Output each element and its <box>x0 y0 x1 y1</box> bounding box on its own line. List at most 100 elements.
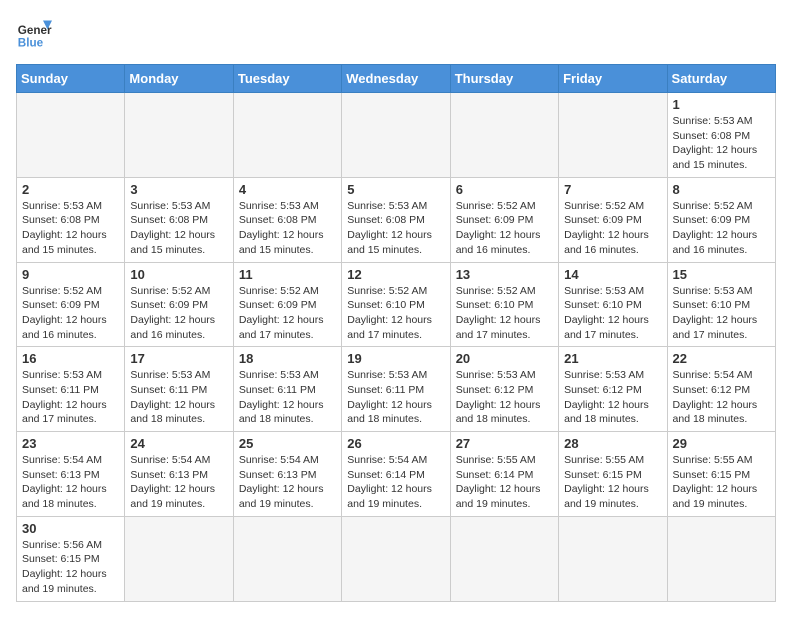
calendar-cell: 8 Sunrise: 5:52 AM Sunset: 6:09 PM Daylig… <box>667 177 775 262</box>
day-info: Sunrise: 5:53 AM Sunset: 6:12 PM Dayligh… <box>456 368 553 427</box>
day-number: 8 <box>673 182 770 197</box>
day-info: Sunrise: 5:53 AM Sunset: 6:11 PM Dayligh… <box>347 368 444 427</box>
calendar-cell: 16 Sunrise: 5:53 AM Sunset: 6:11 PM Dayli… <box>17 347 125 432</box>
calendar-cell <box>233 93 341 178</box>
weekday-header-wednesday: Wednesday <box>342 65 450 93</box>
calendar-cell <box>342 93 450 178</box>
weekday-header-monday: Monday <box>125 65 233 93</box>
week-row-4: 23 Sunrise: 5:54 AM Sunset: 6:13 PM Dayli… <box>17 432 776 517</box>
weekday-header-tuesday: Tuesday <box>233 65 341 93</box>
weekday-header-friday: Friday <box>559 65 667 93</box>
week-row-1: 2 Sunrise: 5:53 AM Sunset: 6:08 PM Daylig… <box>17 177 776 262</box>
calendar-cell: 25 Sunrise: 5:54 AM Sunset: 6:13 PM Dayli… <box>233 432 341 517</box>
calendar-cell: 24 Sunrise: 5:54 AM Sunset: 6:13 PM Dayli… <box>125 432 233 517</box>
calendar-cell <box>342 516 450 601</box>
day-info: Sunrise: 5:53 AM Sunset: 6:08 PM Dayligh… <box>347 199 444 258</box>
day-info: Sunrise: 5:53 AM Sunset: 6:08 PM Dayligh… <box>239 199 336 258</box>
day-info: Sunrise: 5:52 AM Sunset: 6:10 PM Dayligh… <box>347 284 444 343</box>
day-number: 30 <box>22 521 119 536</box>
svg-text:Blue: Blue <box>18 37 44 50</box>
day-number: 6 <box>456 182 553 197</box>
calendar-cell: 10 Sunrise: 5:52 AM Sunset: 6:09 PM Dayli… <box>125 262 233 347</box>
calendar-cell: 29Sunrise: 5:55 AM Sunset: 6:15 PM Dayli… <box>667 432 775 517</box>
day-number: 23 <box>22 436 119 451</box>
day-info: Sunrise: 5:55 AM Sunset: 6:14 PM Dayligh… <box>456 453 553 512</box>
day-info: Sunrise: 5:52 AM Sunset: 6:09 PM Dayligh… <box>130 284 227 343</box>
page-header: General Blue <box>16 16 776 52</box>
day-number: 20 <box>456 351 553 366</box>
calendar-cell: 3 Sunrise: 5:53 AM Sunset: 6:08 PM Daylig… <box>125 177 233 262</box>
day-info: Sunrise: 5:52 AM Sunset: 6:09 PM Dayligh… <box>673 199 770 258</box>
day-number: 5 <box>347 182 444 197</box>
week-row-5: 30 Sunrise: 5:56 AM Sunset: 6:15 PM Dayli… <box>17 516 776 601</box>
day-number: 25 <box>239 436 336 451</box>
day-number: 27 <box>456 436 553 451</box>
calendar-cell <box>125 93 233 178</box>
day-info: Sunrise: 5:53 AM Sunset: 6:08 PM Dayligh… <box>130 199 227 258</box>
day-number: 26 <box>347 436 444 451</box>
calendar-cell: 20 Sunrise: 5:53 AM Sunset: 6:12 PM Dayli… <box>450 347 558 432</box>
day-number: 3 <box>130 182 227 197</box>
calendar-cell: 26Sunrise: 5:54 AM Sunset: 6:14 PM Dayli… <box>342 432 450 517</box>
day-number: 12 <box>347 267 444 282</box>
day-info: Sunrise: 5:54 AM Sunset: 6:13 PM Dayligh… <box>22 453 119 512</box>
calendar-cell: 22 Sunrise: 5:54 AM Sunset: 6:12 PM Dayli… <box>667 347 775 432</box>
calendar-cell <box>559 93 667 178</box>
day-info: Sunrise: 5:53 AM Sunset: 6:08 PM Dayligh… <box>673 114 770 173</box>
day-info: Sunrise: 5:53 AM Sunset: 6:11 PM Dayligh… <box>22 368 119 427</box>
day-number: 1 <box>673 97 770 112</box>
calendar-table: SundayMondayTuesdayWednesdayThursdayFrid… <box>16 64 776 602</box>
day-info: Sunrise: 5:52 AM Sunset: 6:09 PM Dayligh… <box>564 199 661 258</box>
day-number: 21 <box>564 351 661 366</box>
day-number: 28 <box>564 436 661 451</box>
day-number: 10 <box>130 267 227 282</box>
calendar-cell: 18Sunrise: 5:53 AM Sunset: 6:11 PM Dayli… <box>233 347 341 432</box>
calendar-cell: 14Sunrise: 5:53 AM Sunset: 6:10 PM Dayli… <box>559 262 667 347</box>
calendar-cell: 21 Sunrise: 5:53 AM Sunset: 6:12 PM Dayli… <box>559 347 667 432</box>
day-number: 24 <box>130 436 227 451</box>
day-info: Sunrise: 5:53 AM Sunset: 6:11 PM Dayligh… <box>130 368 227 427</box>
day-number: 22 <box>673 351 770 366</box>
calendar-cell: 9Sunrise: 5:52 AM Sunset: 6:09 PM Daylig… <box>17 262 125 347</box>
day-info: Sunrise: 5:52 AM Sunset: 6:09 PM Dayligh… <box>456 199 553 258</box>
day-info: Sunrise: 5:54 AM Sunset: 6:13 PM Dayligh… <box>239 453 336 512</box>
weekday-header-row: SundayMondayTuesdayWednesdayThursdayFrid… <box>17 65 776 93</box>
day-info: Sunrise: 5:54 AM Sunset: 6:13 PM Dayligh… <box>130 453 227 512</box>
day-number: 2 <box>22 182 119 197</box>
calendar-cell: 5 Sunrise: 5:53 AM Sunset: 6:08 PM Daylig… <box>342 177 450 262</box>
calendar-cell: 6 Sunrise: 5:52 AM Sunset: 6:09 PM Daylig… <box>450 177 558 262</box>
calendar-cell: 17 Sunrise: 5:53 AM Sunset: 6:11 PM Dayli… <box>125 347 233 432</box>
calendar-cell: 15Sunrise: 5:53 AM Sunset: 6:10 PM Dayli… <box>667 262 775 347</box>
day-number: 11 <box>239 267 336 282</box>
calendar-cell <box>233 516 341 601</box>
calendar-cell <box>125 516 233 601</box>
calendar-cell: 23 Sunrise: 5:54 AM Sunset: 6:13 PM Dayli… <box>17 432 125 517</box>
calendar-cell: 11Sunrise: 5:52 AM Sunset: 6:09 PM Dayli… <box>233 262 341 347</box>
day-info: Sunrise: 5:53 AM Sunset: 6:08 PM Dayligh… <box>22 199 119 258</box>
calendar-cell <box>450 516 558 601</box>
day-number: 17 <box>130 351 227 366</box>
calendar-cell: 13Sunrise: 5:52 AM Sunset: 6:10 PM Dayli… <box>450 262 558 347</box>
calendar-cell: 4 Sunrise: 5:53 AM Sunset: 6:08 PM Daylig… <box>233 177 341 262</box>
calendar-cell: 1 Sunrise: 5:53 AM Sunset: 6:08 PM Daylig… <box>667 93 775 178</box>
day-info: Sunrise: 5:56 AM Sunset: 6:15 PM Dayligh… <box>22 538 119 597</box>
day-info: Sunrise: 5:52 AM Sunset: 6:09 PM Dayligh… <box>22 284 119 343</box>
day-info: Sunrise: 5:52 AM Sunset: 6:10 PM Dayligh… <box>456 284 553 343</box>
day-number: 19 <box>347 351 444 366</box>
weekday-header-saturday: Saturday <box>667 65 775 93</box>
calendar-cell <box>450 93 558 178</box>
day-info: Sunrise: 5:53 AM Sunset: 6:12 PM Dayligh… <box>564 368 661 427</box>
day-number: 4 <box>239 182 336 197</box>
calendar-cell <box>559 516 667 601</box>
weekday-header-thursday: Thursday <box>450 65 558 93</box>
logo: General Blue <box>16 16 52 52</box>
day-info: Sunrise: 5:54 AM Sunset: 6:12 PM Dayligh… <box>673 368 770 427</box>
calendar-cell <box>17 93 125 178</box>
day-number: 16 <box>22 351 119 366</box>
calendar-cell: 28Sunrise: 5:55 AM Sunset: 6:15 PM Dayli… <box>559 432 667 517</box>
day-number: 15 <box>673 267 770 282</box>
day-info: Sunrise: 5:53 AM Sunset: 6:11 PM Dayligh… <box>239 368 336 427</box>
calendar-cell: 27 Sunrise: 5:55 AM Sunset: 6:14 PM Dayli… <box>450 432 558 517</box>
calendar-cell <box>667 516 775 601</box>
day-number: 7 <box>564 182 661 197</box>
